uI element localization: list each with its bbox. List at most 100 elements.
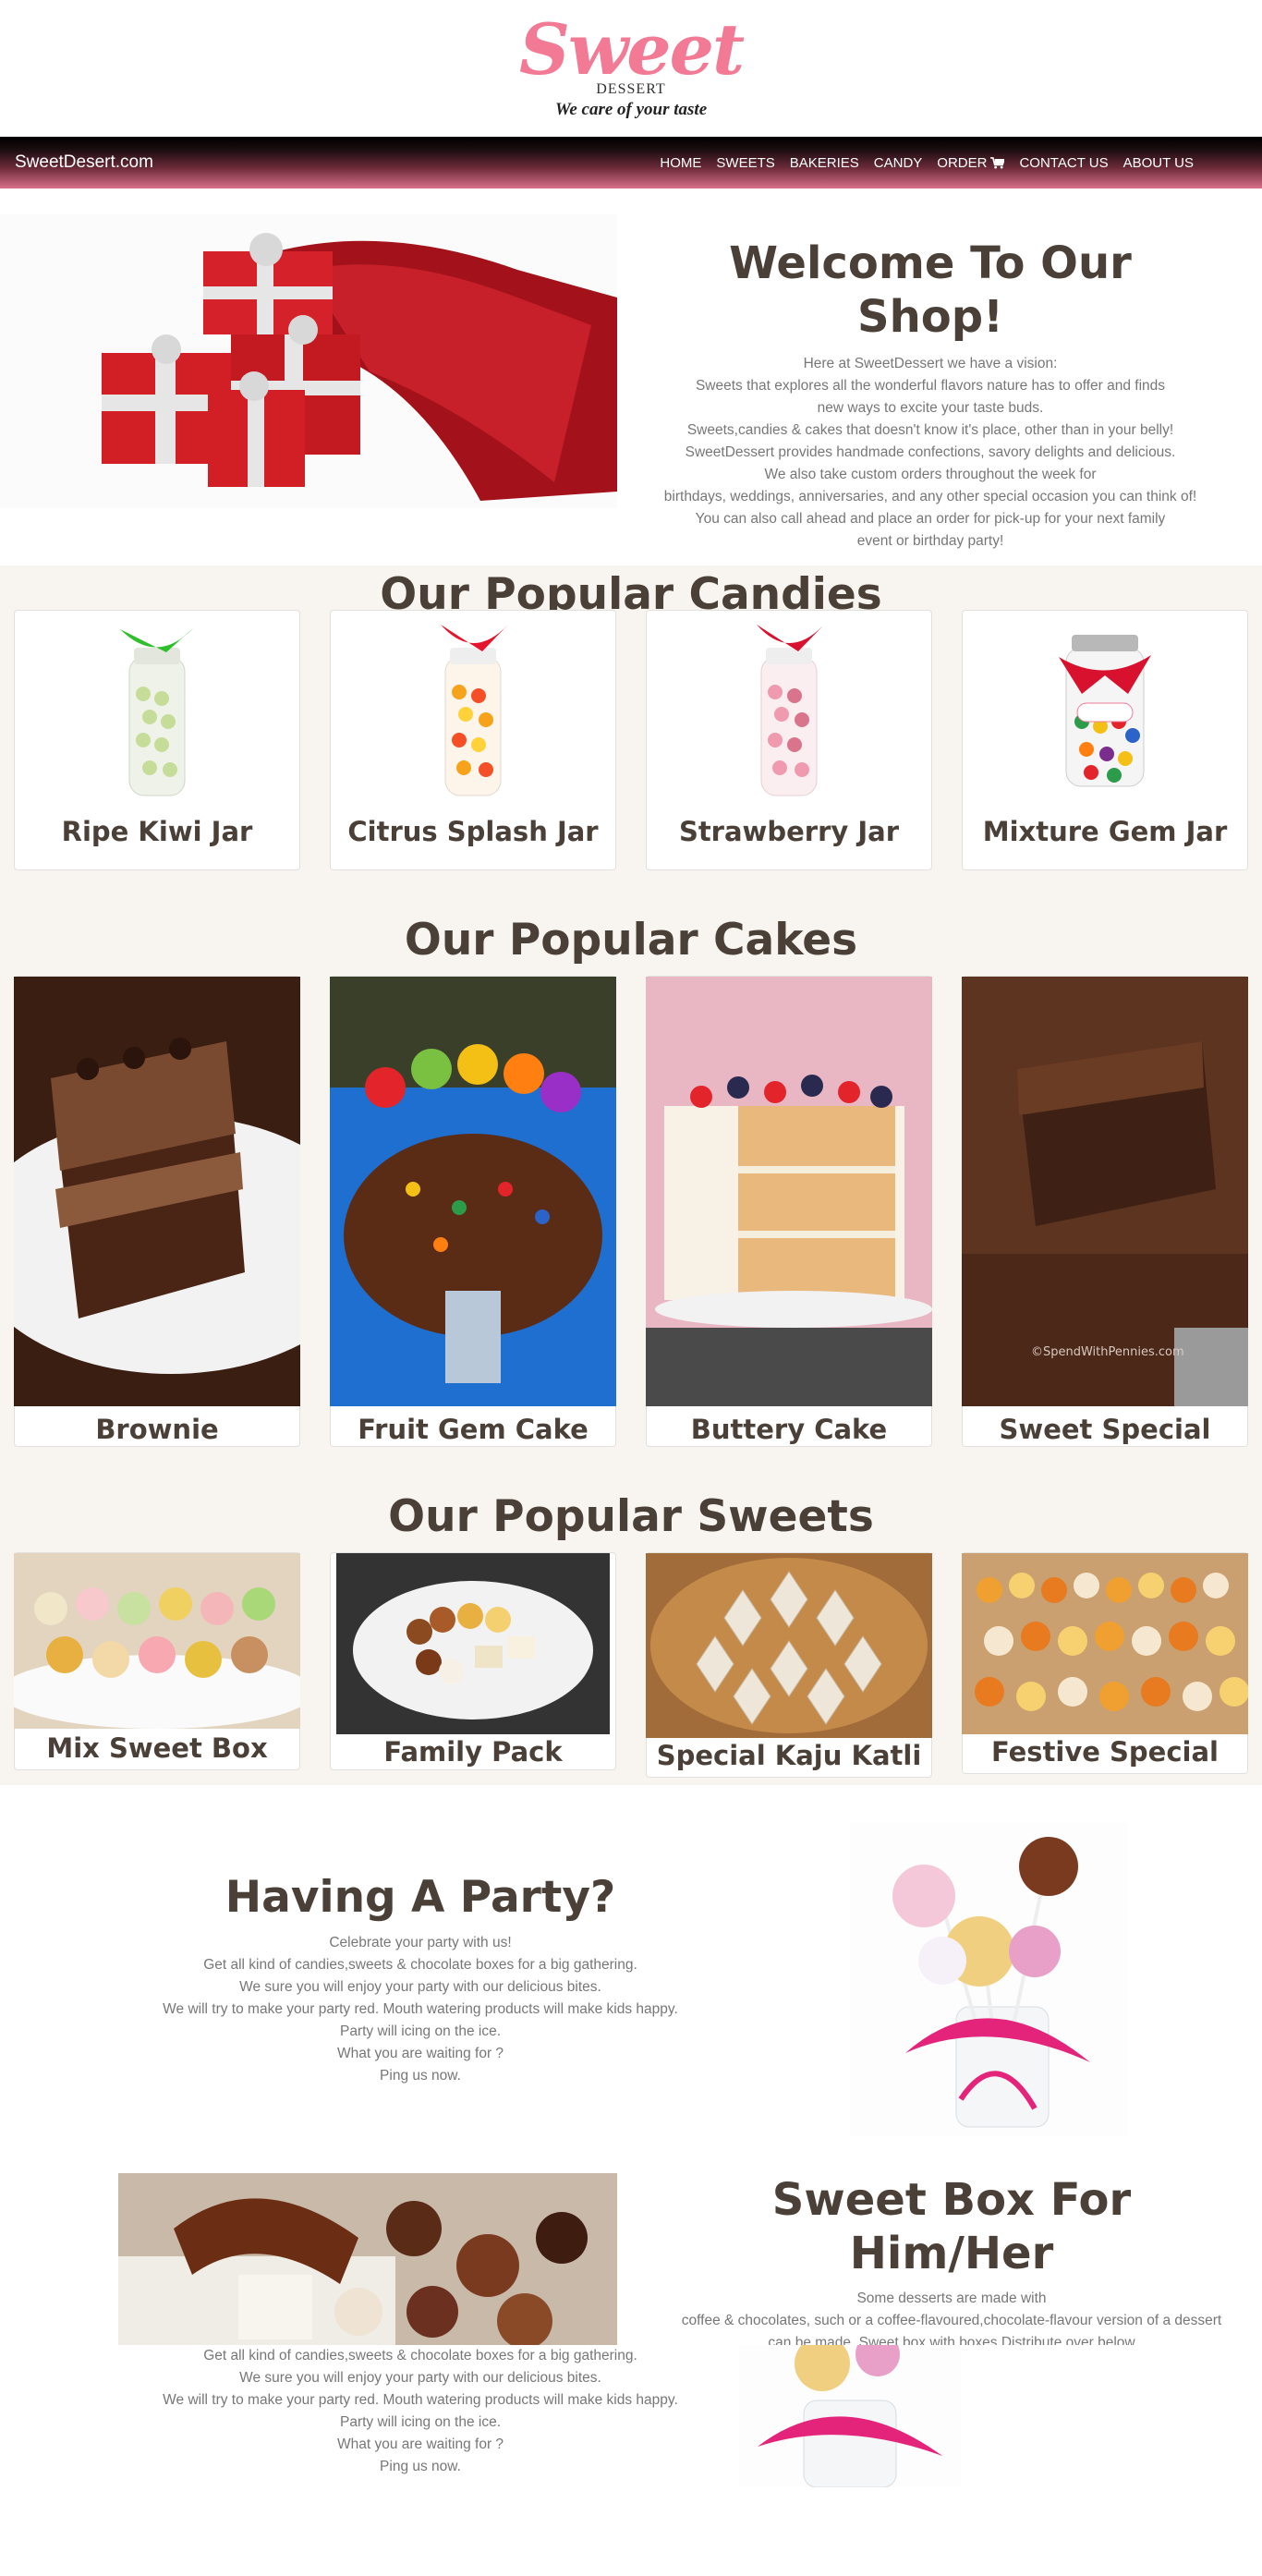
sweet-name: Festive Special <box>991 1736 1219 1768</box>
cart-icon <box>990 157 1006 169</box>
sweet-card[interactable]: Mix Sweet Box <box>14 1552 300 1770</box>
nav-order[interactable]: ORDER <box>937 154 1006 171</box>
cake-pops-image <box>841 1822 1136 2136</box>
sweetbox-line: can be made. Sweet box with boxes Distri… <box>768 2335 1135 2345</box>
candy-name: Strawberry Jar <box>678 816 900 847</box>
sweets-title: Our Popular Sweets <box>388 1491 874 1542</box>
overlap-line: Ping us now. <box>380 2459 461 2474</box>
sweet-name: Special Kaju Katli <box>656 1740 922 1771</box>
overlap-line: We sure you will enjoy your party with o… <box>239 2370 601 2386</box>
cake-card[interactable]: Brownie <box>14 976 300 1447</box>
mixture-jar-image <box>1059 635 1151 787</box>
sweet-card[interactable]: Special Kaju Katli <box>646 1552 932 1778</box>
candies-title: Our Popular Candies <box>380 569 882 610</box>
welcome-line: Sweets,candies & cakes that doesn't know… <box>686 422 1174 438</box>
sweet-name: Family Pack <box>383 1736 563 1768</box>
candy-card[interactable]: Mixture Gem Jar <box>962 610 1248 870</box>
party-section: Having A Party? Celebrate your party wit… <box>0 1785 1262 2173</box>
citrus-jar-image <box>441 625 508 796</box>
nav-bakeries[interactable]: BAKERIES <box>790 155 859 171</box>
welcome-body: Here at SweetDessert we have a vision: S… <box>617 353 1244 553</box>
sweets-section: Our Popular Sweets Mix Sweet Box Family … <box>0 1491 1262 1778</box>
welcome-line: You can also call ahead and place an ord… <box>695 511 1166 527</box>
sweetbox-section: Sweet Box For Him/Her Some desserts are … <box>0 2173 1262 2487</box>
logo-sub-text: DESSERT <box>596 81 666 97</box>
sweetbox-overlap-text: Get all kind of candies,sweets & chocola… <box>0 2345 841 2478</box>
welcome-line: We also take custom orders throughout th… <box>764 467 1097 482</box>
candy-card[interactable]: Strawberry Jar <box>646 610 932 870</box>
sweetbox-title: Sweet Box For Him/Her <box>656 2173 1247 2280</box>
sweetbox-text: Sweet Box For Him/Her Some desserts are … <box>656 2173 1247 2345</box>
fruit-gem-cake-image <box>330 977 616 1406</box>
logo-main-text: Sweet <box>518 8 745 91</box>
party-line: Get all kind of candies,sweets & chocola… <box>203 1956 637 1973</box>
sweetbox-title-line1: Sweet Box For <box>771 2174 1132 2226</box>
logo[interactable]: Sweet DESSERT We care of your taste <box>0 0 1262 137</box>
welcome-line: Sweets that explores all the wonderful f… <box>695 378 1166 394</box>
cake-name: Fruit Gem Cake <box>358 1414 589 1445</box>
overlap-line: Party will icing on the ice. <box>339 2414 502 2430</box>
welcome-line: new ways to excite your taste buds. <box>817 400 1044 416</box>
party-line: Ping us now. <box>380 2067 461 2084</box>
nav-order-label: ORDER <box>937 154 988 171</box>
chocolate-box-image <box>118 2173 617 2349</box>
cake-card[interactable]: Fruit Gem Cake <box>330 976 616 1447</box>
welcome-line: event or birthday party! <box>856 533 1004 549</box>
party-line: We sure you will enjoy your party with o… <box>239 1978 601 1995</box>
sweetbox-title-line2: Him/Her <box>849 2228 1054 2279</box>
products-area: Our Popular Candies Ripe Kiwi Jar Citrus… <box>0 565 1262 1785</box>
nav-links: HOME SWEETS BAKERIES CANDY ORDER CONTACT… <box>660 155 1194 171</box>
sweetbox-line: coffee & chocolates, such or a coffee-fl… <box>681 2313 1222 2328</box>
cake-name: Buttery Cake <box>690 1414 888 1445</box>
candy-card[interactable]: Ripe Kiwi Jar <box>14 610 300 870</box>
welcome-line: birthdays, weddings, anniversaries, and … <box>663 489 1197 504</box>
welcome-title: Welcome To Our Shop! <box>617 237 1244 344</box>
sweet-name: Mix Sweet Box <box>46 1732 268 1764</box>
candy-name: Citrus Splash Jar <box>347 816 599 847</box>
candy-name: Mixture Gem Jar <box>982 816 1228 847</box>
overlap-line: Get all kind of candies,sweets & chocola… <box>203 2348 637 2363</box>
candies-cards: Ripe Kiwi Jar Citrus Splash Jar Strawber… <box>0 610 1262 870</box>
sweet-card[interactable]: Family Pack <box>330 1552 616 1770</box>
nav-contact[interactable]: CONTACT US <box>1019 155 1108 171</box>
sweets-cards: Mix Sweet Box Family Pack Special Kaju K… <box>0 1552 1262 1778</box>
nav-about[interactable]: ABOUT US <box>1123 155 1194 171</box>
candy-name: Ripe Kiwi Jar <box>61 816 253 847</box>
sweet-special-image: ©SpendWithPennies.com <box>962 977 1248 1406</box>
nav-candy[interactable]: CANDY <box>874 155 923 171</box>
party-line: We will try to make your party red. Mout… <box>163 2000 678 2017</box>
party-line: Party will icing on the ice. <box>339 2023 502 2039</box>
strawberry-jar-image <box>757 625 824 796</box>
sweetbox-line: Some desserts are made with <box>856 2290 1047 2306</box>
navbar: SweetDesert.com HOME SWEETS BAKERIES CAN… <box>0 137 1262 188</box>
party-title: Having A Party? <box>224 1871 616 1923</box>
welcome-title-line1: Welcome To Our <box>729 237 1132 289</box>
party-text: Having A Party? Celebrate your party wit… <box>0 1872 841 2087</box>
overlap-line: We will try to make your party red. Mout… <box>163 2392 678 2408</box>
family-pack-image <box>336 1553 610 1734</box>
cakes-cards: Brownie Fruit Gem Cake Buttery Cake ©Spe… <box>0 976 1262 1447</box>
cake-card[interactable]: Buttery Cake <box>646 976 932 1447</box>
watermark-text: ©SpendWithPennies.com <box>1031 1345 1184 1359</box>
candy-card[interactable]: Citrus Splash Jar <box>330 610 616 870</box>
cakes-section: Our Popular Cakes Brownie Fruit Gem Cake… <box>0 915 1262 1447</box>
logo-tagline: We care of your taste <box>554 100 708 119</box>
nav-sweets[interactable]: SWEETS <box>716 155 774 171</box>
overlap-line: What you are waiting for ? <box>336 2436 504 2452</box>
mix-sweet-box-image <box>14 1553 300 1729</box>
gift-boxes-image <box>0 214 617 508</box>
cake-name: Sweet Special <box>999 1414 1211 1445</box>
buttery-cake-image <box>646 977 932 1406</box>
kiwi-jar-image <box>120 627 194 796</box>
welcome-title-line2: Shop! <box>857 291 1003 343</box>
candies-section: Our Popular Candies Ripe Kiwi Jar Citrus… <box>0 565 1262 870</box>
brand-link[interactable]: SweetDesert.com <box>15 152 153 173</box>
nav-home[interactable]: HOME <box>660 155 701 171</box>
cake-card[interactable]: ©SpendWithPennies.com Sweet Special <box>962 976 1248 1447</box>
site-header: Sweet DESSERT We care of your taste Swee… <box>0 0 1262 188</box>
welcome-section: Welcome To Our Shop! Here at SweetDesser… <box>0 188 1262 565</box>
cake-name: Brownie <box>95 1414 219 1445</box>
cake-pops-image-partial <box>739 2345 961 2487</box>
party-line: Celebrate your party with us! <box>329 1934 512 1950</box>
sweet-card[interactable]: Festive Special <box>962 1552 1248 1774</box>
